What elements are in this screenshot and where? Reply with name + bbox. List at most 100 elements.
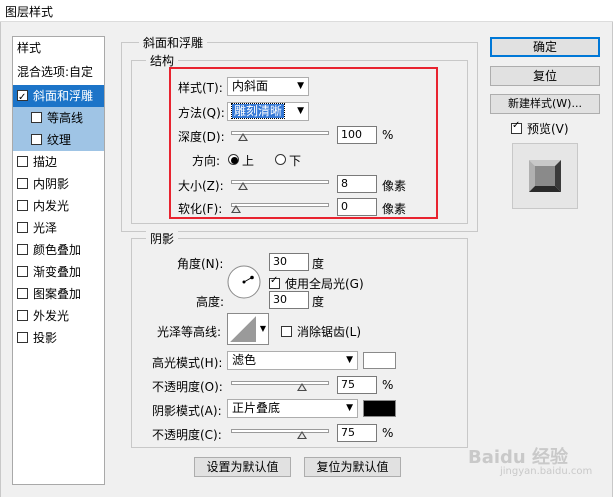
bevel-preview-icon <box>529 160 561 192</box>
chevron-down-icon: ▼ <box>259 324 266 333</box>
panel-item-contour[interactable]: 等高线 <box>13 107 104 129</box>
depth-input[interactable]: 100 <box>337 126 377 144</box>
soften-input[interactable]: 0 <box>337 198 377 216</box>
size-unit: 像素 <box>382 179 407 193</box>
angle-dial-icon[interactable] <box>226 264 262 300</box>
shadow-opacity-input[interactable]: 75 <box>337 424 377 442</box>
shading-title: 阴影 <box>146 230 179 247</box>
panel-item-inner-glow[interactable]: 内发光 <box>13 195 104 217</box>
size-label: 大小(Z): <box>178 179 224 193</box>
angle-unit: 度 <box>312 257 325 271</box>
soften-slider-thumb[interactable] <box>231 205 241 213</box>
panel-item-stroke[interactable]: 描边 <box>13 151 104 173</box>
checkbox-contour[interactable] <box>31 112 42 123</box>
checkbox-drop-shadow[interactable] <box>17 332 28 343</box>
gloss-contour-label: 光泽等高线: <box>157 325 222 339</box>
panel-item-styles[interactable]: 样式 <box>13 37 104 59</box>
global-light-checkbox[interactable] <box>269 275 280 289</box>
panel-item-label: 光泽 <box>33 221 58 235</box>
panel-item-blending-options[interactable]: 混合选项:自定 <box>13 61 104 83</box>
style-select[interactable]: 内斜面 ▼ <box>227 77 309 96</box>
altitude-input[interactable]: 30 <box>269 291 309 309</box>
direction-up-radio[interactable] <box>228 154 239 165</box>
shadow-opacity-slider[interactable] <box>231 429 329 433</box>
panel-item-gradient-overlay[interactable]: 渐变叠加 <box>13 261 104 283</box>
highlight-opacity-input[interactable]: 75 <box>337 376 377 394</box>
shadow-opacity-thumb[interactable] <box>297 431 307 439</box>
direction-down-radio[interactable] <box>275 154 286 165</box>
angle-input[interactable]: 30 <box>269 253 309 271</box>
checkbox-satin[interactable] <box>17 222 28 233</box>
antialias-option[interactable]: 消除锯齿(L) <box>281 323 361 340</box>
checkbox-inner-glow[interactable] <box>17 200 28 211</box>
preview-checkbox[interactable] <box>511 120 522 134</box>
panel-item-label: 图案叠加 <box>33 287 82 301</box>
gloss-contour-picker[interactable]: ▼ <box>227 313 269 345</box>
soften-slider[interactable] <box>231 203 329 207</box>
technique-select[interactable]: 雕刻清晰 ▼ <box>227 102 309 121</box>
chevron-down-icon: ▼ <box>346 403 353 413</box>
panel-item-inner-shadow[interactable]: 内阴影 <box>13 173 104 195</box>
highlight-opacity-unit: % <box>382 378 394 392</box>
highlight-mode-value: 滤色 <box>232 353 257 367</box>
style-label: 样式(T): <box>178 81 223 95</box>
panel-item-label: 等高线 <box>47 111 84 125</box>
checkbox-color-overlay[interactable] <box>17 244 28 255</box>
panel-item-label: 内阴影 <box>33 177 70 191</box>
reset-button[interactable]: 复位 <box>490 66 600 86</box>
panel-item-label: 纹理 <box>47 133 72 147</box>
depth-label: 深度(D): <box>178 130 225 144</box>
altitude-label: 高度: <box>196 295 225 309</box>
new-style-button[interactable]: 新建样式(W)... <box>490 94 600 114</box>
panel-item-label: 渐变叠加 <box>33 265 82 279</box>
size-input[interactable]: 8 <box>337 175 377 193</box>
shadow-mode-value: 正片叠底 <box>232 401 281 415</box>
panel-item-label: 样式 <box>17 41 42 55</box>
shadow-mode-select[interactable]: 正片叠底 ▼ <box>227 399 358 418</box>
checkbox-gradient-overlay[interactable] <box>17 266 28 277</box>
highlight-mode-select[interactable]: 滤色 ▼ <box>227 351 358 370</box>
panel-item-label: 混合选项:自定 <box>17 65 94 79</box>
soften-label: 软化(F): <box>178 202 223 216</box>
panel-item-bevel-emboss[interactable]: 斜面和浮雕 <box>13 85 104 109</box>
checkbox-stroke[interactable] <box>17 156 28 167</box>
shadow-opacity-unit: % <box>382 426 394 440</box>
checkbox-outer-glow[interactable] <box>17 310 28 321</box>
watermark-url: jingyan.baidu.com <box>500 466 593 477</box>
make-default-button[interactable]: 设置为默认值 <box>194 457 291 477</box>
shadow-color-swatch[interactable] <box>363 400 396 417</box>
checkbox-bevel-emboss[interactable] <box>17 87 28 109</box>
depth-slider-thumb[interactable] <box>238 133 249 141</box>
style-select-value: 内斜面 <box>232 79 269 93</box>
panel-item-color-overlay[interactable]: 颜色叠加 <box>13 239 104 261</box>
technique-label: 方法(Q): <box>178 106 225 120</box>
global-light-option[interactable]: 使用全局光(G) <box>269 275 364 292</box>
highlight-color-swatch[interactable] <box>363 352 396 369</box>
depth-unit: % <box>382 128 394 142</box>
reset-default-button[interactable]: 复位为默认值 <box>304 457 401 477</box>
panel-item-texture[interactable]: 纹理 <box>13 129 104 151</box>
panel-item-outer-glow[interactable]: 外发光 <box>13 305 104 327</box>
highlight-opacity-slider[interactable] <box>231 381 329 385</box>
title-bar: 图层样式 <box>0 0 613 22</box>
checkbox-inner-shadow[interactable] <box>17 178 28 189</box>
shadow-opacity-label: 不透明度(C): <box>152 428 222 442</box>
preview-option[interactable]: 预览(V) <box>511 120 569 137</box>
angle-label: 角度(N): <box>177 257 224 271</box>
panel-item-label: 颜色叠加 <box>33 243 82 257</box>
panel-item-pattern-overlay[interactable]: 图案叠加 <box>13 283 104 305</box>
direction-down-label: 下 <box>289 154 302 168</box>
highlight-opacity-thumb[interactable] <box>297 383 307 391</box>
ok-button[interactable]: 确定 <box>490 37 600 57</box>
preview-label: 预览(V) <box>527 122 569 136</box>
panel-item-label: 外发光 <box>33 309 70 323</box>
global-light-label: 使用全局光(G) <box>285 277 364 291</box>
checkbox-pattern-overlay[interactable] <box>17 288 28 299</box>
style-preview <box>512 143 578 209</box>
size-slider-thumb[interactable] <box>238 182 249 190</box>
panel-item-satin[interactable]: 光泽 <box>13 217 104 239</box>
checkbox-texture[interactable] <box>31 134 42 145</box>
bevel-emboss-title: 斜面和浮雕 <box>139 34 208 51</box>
panel-item-drop-shadow[interactable]: 投影 <box>13 327 104 349</box>
antialias-checkbox[interactable] <box>281 326 292 337</box>
